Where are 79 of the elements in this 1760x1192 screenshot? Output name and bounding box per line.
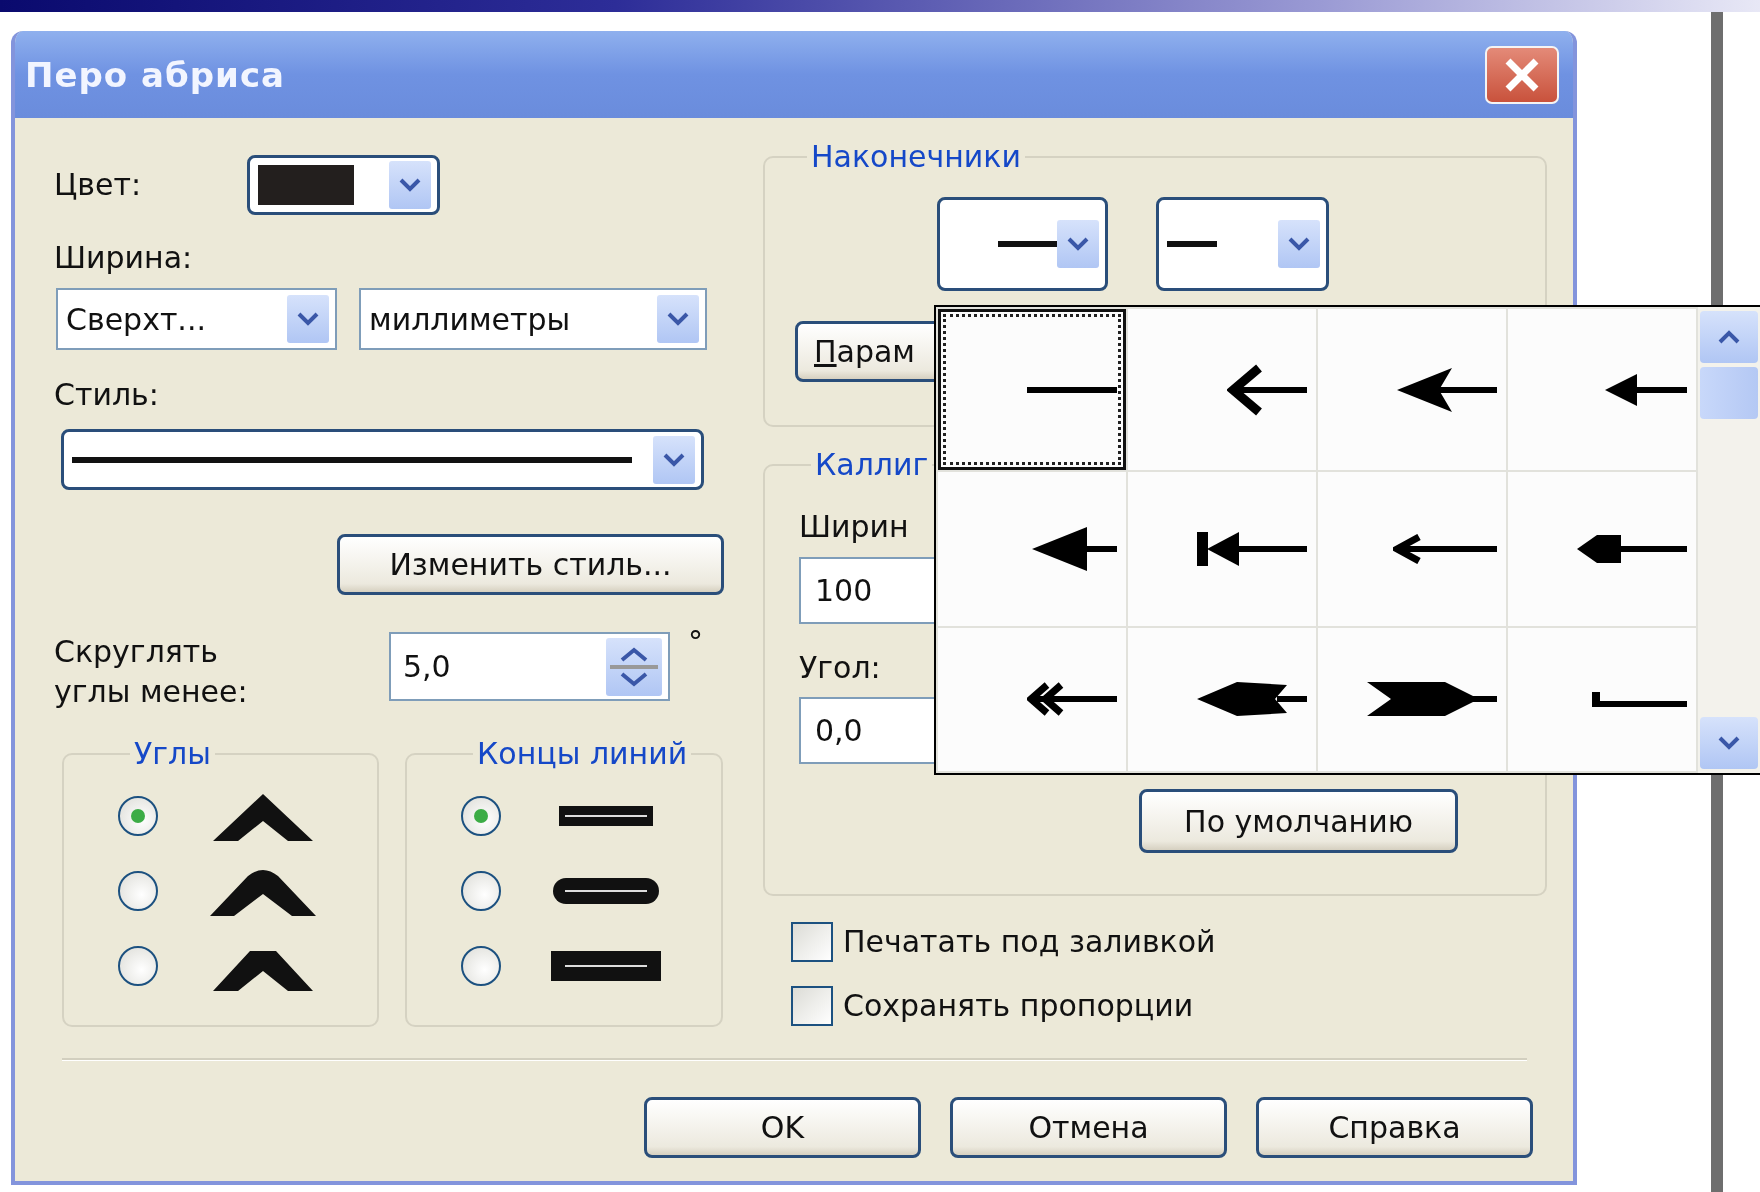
field-label: Ширина:	[54, 239, 194, 277]
arrowhead-option[interactable]	[1508, 309, 1696, 471]
arrowhead-option[interactable]	[1318, 627, 1506, 771]
dialog-button[interactable]: Справка	[1256, 1097, 1533, 1158]
chevron-down-icon	[399, 178, 421, 192]
chevron-down-icon	[297, 312, 319, 326]
line-icon	[998, 241, 1057, 247]
radio-button[interactable]	[461, 871, 501, 911]
field-label: Скруглять углы менее:	[54, 633, 249, 711]
arrowhead-option[interactable]	[1318, 472, 1506, 626]
scrollbar[interactable]	[1698, 307, 1760, 773]
dialog-button[interactable]: OK	[644, 1097, 921, 1158]
chevron-down-icon	[1718, 736, 1740, 750]
dropdown-arrow-button[interactable]	[1057, 220, 1099, 268]
field-label: Стиль:	[54, 376, 160, 414]
radio-button[interactable]	[461, 796, 501, 836]
group-title: Концы линий	[476, 735, 689, 773]
radio-button[interactable]	[461, 946, 501, 986]
arrowhead-icon	[1397, 367, 1497, 412]
arrowhead-option[interactable]	[938, 309, 1126, 471]
arrowhead-option[interactable]	[1128, 309, 1316, 471]
scroll-down-button[interactable]	[1700, 717, 1758, 769]
arrowhead-option[interactable]	[1508, 627, 1696, 771]
arrowhead-icon	[1027, 682, 1117, 717]
arrowhead-icon	[1027, 386, 1117, 393]
arrowhead-icon	[1227, 363, 1307, 416]
group-title: Наконечники	[810, 138, 1022, 176]
arrowhead-option[interactable]	[1318, 309, 1506, 471]
checkbox-label: Сохранять пропорции	[843, 987, 1194, 1025]
chevron-up-icon	[1718, 330, 1740, 344]
default-button[interactable]: По умолчанию	[1139, 789, 1458, 853]
arrowhead-icon	[1393, 534, 1497, 564]
close-button[interactable]	[1485, 45, 1559, 104]
checkbox-label: Печатать под заливкой	[843, 923, 1216, 961]
chevron-down-icon	[663, 452, 685, 467]
arrowhead-icon	[1367, 682, 1497, 717]
arrowhead-icon	[1577, 535, 1687, 563]
spin-buttons[interactable]	[606, 637, 662, 696]
arrowhead-option[interactable]	[938, 627, 1126, 771]
group-title: Каллиг	[814, 446, 930, 484]
arrowhead-option[interactable]	[1508, 472, 1696, 626]
chevron-down-icon	[667, 312, 689, 326]
arrowhead-option[interactable]	[1128, 627, 1316, 771]
group-title: Углы	[133, 735, 212, 773]
arrowhead-icon	[1197, 682, 1307, 717]
end-arrow-dropdown[interactable]	[1156, 197, 1329, 291]
dropdown-arrow-button[interactable]	[389, 161, 431, 209]
dropdown-arrow-button[interactable]	[1278, 220, 1320, 268]
arrowhead-option[interactable]	[938, 472, 1126, 626]
line-style-dropdown[interactable]	[61, 429, 704, 490]
radio-button[interactable]	[118, 871, 158, 911]
dropdown-arrow-button[interactable]	[653, 435, 695, 484]
dropdown-arrow-button[interactable]	[657, 295, 699, 343]
chevron-down-icon	[1288, 237, 1310, 251]
width-dropdown[interactable]: Сверхт...	[56, 288, 337, 350]
arrowhead-icon	[1032, 527, 1117, 571]
miter-spinbox[interactable]: 5,0	[389, 632, 670, 701]
dropdown-arrow-button[interactable]	[287, 295, 329, 343]
checkbox[interactable]	[791, 986, 833, 1026]
units-dropdown[interactable]: миллиметры	[359, 288, 707, 350]
arrowhead-icon	[1197, 532, 1307, 566]
window-title: Перо абриса	[25, 54, 285, 95]
color-dropdown[interactable]	[247, 155, 440, 215]
field-label: Ширин	[799, 508, 910, 546]
field-label: Цвет:	[54, 166, 142, 204]
arrowhead-option[interactable]	[1128, 472, 1316, 626]
radio-button[interactable]	[118, 946, 158, 986]
radio-button[interactable]	[118, 796, 158, 836]
unit-label: °	[688, 632, 703, 652]
start-arrow-dropdown[interactable]	[937, 197, 1108, 291]
checkbox[interactable]	[791, 922, 833, 962]
arrowhead-icon	[1592, 691, 1687, 707]
edit-style-button[interactable]: Изменить стиль...	[337, 534, 724, 595]
dialog-button[interactable]: Отмена	[950, 1097, 1227, 1158]
field-label: Угол:	[799, 649, 882, 687]
scroll-up-button[interactable]	[1700, 311, 1758, 363]
chevron-down-icon	[1067, 237, 1089, 251]
arrowhead-icon	[1605, 373, 1687, 406]
scroll-thumb[interactable]	[1700, 367, 1758, 419]
